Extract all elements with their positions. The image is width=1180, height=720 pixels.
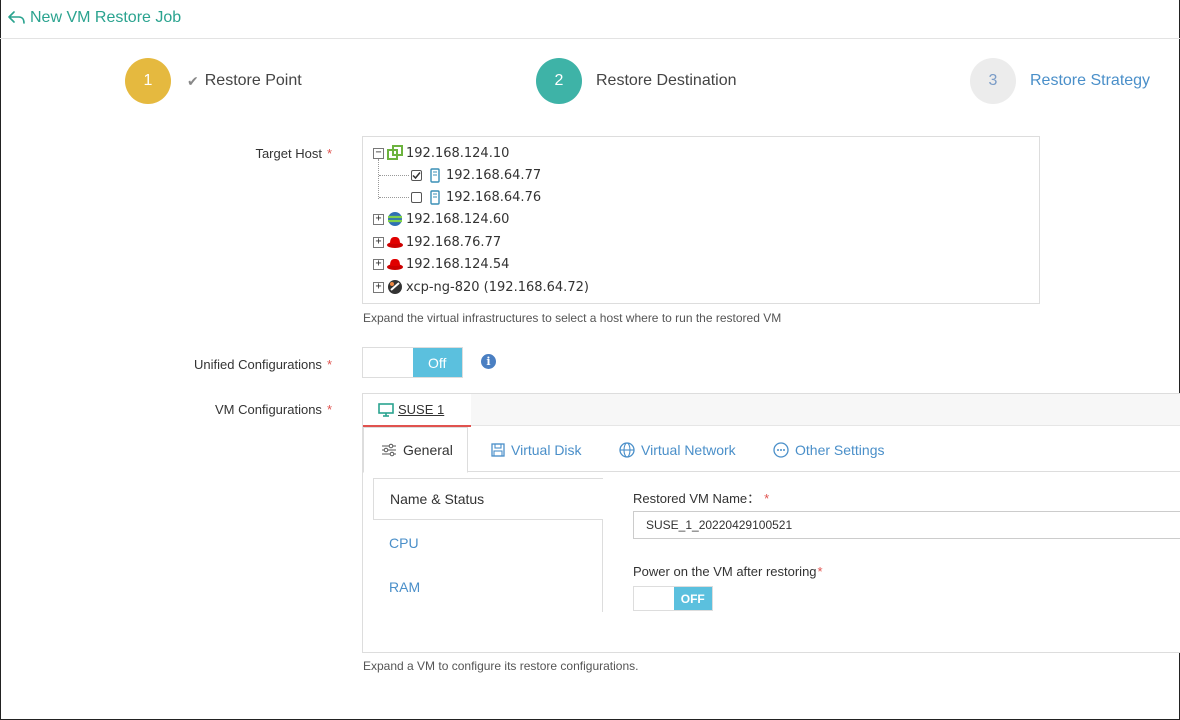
sliders-icon — [381, 443, 397, 457]
target-host-hint: Expand the virtual infrastructures to se… — [363, 311, 782, 325]
target-host-label: Target Host * — [255, 146, 332, 161]
more-dots-icon — [773, 441, 789, 458]
tree-node[interactable]: + 192.168.124.60 — [373, 211, 509, 227]
unified-config-label: Unified Configurations * — [194, 357, 332, 372]
redhat-icon — [387, 256, 403, 272]
tree-node-label: 192.168.64.76 — [446, 189, 542, 205]
collapse-icon[interactable]: − — [373, 147, 384, 159]
vm-tab-suse-1[interactable]: SUSE 1 — [363, 394, 471, 427]
side-item-ram[interactable]: RAM — [373, 566, 603, 608]
tree-node-label: 192.168.124.54 — [406, 256, 510, 272]
tab-label: General — [403, 442, 453, 458]
config-subtabs: General Virtual Disk Virtual Network Oth… — [363, 427, 1180, 473]
toggle-track — [634, 587, 674, 610]
back-link[interactable]: New VM Restore Job — [8, 9, 181, 27]
back-arrow-icon — [8, 11, 26, 25]
step-restore-point: 1 ✔ Restore Point — [125, 58, 302, 104]
step-label: Restore Destination — [596, 72, 737, 89]
step-number: 3 — [970, 58, 1016, 104]
tree-node-label: 192.168.124.10 — [406, 145, 510, 161]
restored-vm-name-input[interactable] — [633, 511, 1180, 539]
tree-node-label: xcp-ng-820 (192.168.64.72) — [406, 279, 589, 295]
tab-general[interactable]: General — [363, 427, 468, 473]
step-number: 1 — [125, 58, 171, 104]
expand-icon[interactable]: + — [373, 281, 384, 293]
tree-connector — [379, 175, 409, 176]
unified-config-toggle[interactable]: Off — [362, 347, 463, 378]
power-on-toggle[interactable]: OFF — [633, 586, 713, 611]
host-checkbox[interactable] — [411, 169, 422, 181]
monitor-icon — [378, 402, 394, 417]
tab-label: Other Settings — [795, 441, 885, 458]
tree-node[interactable]: + 192.168.76.77 — [373, 234, 501, 250]
server-icon — [427, 189, 443, 205]
tree-node[interactable]: + 192.168.124.54 — [373, 256, 509, 272]
config-side-nav: Name & Status CPU RAM — [373, 478, 603, 612]
tree-connector — [379, 197, 409, 198]
host-checkbox[interactable] — [411, 191, 422, 203]
page-title: New VM Restore Job — [30, 9, 182, 26]
vmware-icon — [387, 145, 403, 161]
tab-other-settings[interactable]: Other Settings — [773, 427, 885, 472]
expand-icon[interactable]: + — [373, 213, 384, 225]
expand-icon[interactable]: + — [373, 258, 384, 270]
tree-node-label: 192.168.124.60 — [406, 211, 510, 227]
step-label: Restore Point — [204, 72, 302, 89]
expand-icon[interactable]: + — [373, 236, 384, 248]
step-number: 2 — [536, 58, 582, 104]
tree-node-label: 192.168.76.77 — [406, 234, 502, 250]
power-on-label: Power on the VM after restoring* — [633, 564, 823, 579]
step-restore-destination: 2 Restore Destination — [536, 58, 737, 104]
check-icon: ✔ — [187, 72, 199, 89]
vm-tab-bar — [363, 394, 1180, 426]
tab-virtual-network[interactable]: Virtual Network — [619, 427, 736, 472]
tab-label: Virtual Disk — [511, 441, 582, 458]
info-icon[interactable]: i — [481, 354, 496, 369]
redhat-icon — [387, 234, 403, 250]
hyperv-icon — [387, 211, 403, 227]
floppy-disk-icon — [491, 442, 505, 457]
step-restore-strategy: 3 Restore Strategy — [970, 58, 1150, 104]
tab-label: Virtual Network — [641, 441, 736, 458]
step-label: Restore Strategy — [1030, 72, 1151, 89]
tree-node[interactable]: + xcp-ng-820 (192.168.64.72) — [373, 279, 589, 295]
tree-node[interactable]: 192.168.64.77 — [411, 167, 541, 183]
toggle-state: OFF — [673, 587, 712, 610]
vm-tab-label: SUSE 1 — [398, 402, 445, 417]
vm-config-hint: Expand a VM to configure its restore con… — [363, 659, 639, 673]
tree-node[interactable]: − 192.168.124.10 — [373, 145, 509, 161]
side-item-cpu[interactable]: CPU — [373, 522, 603, 564]
xcpng-icon — [387, 279, 403, 295]
side-item-name-status[interactable]: Name & Status — [373, 478, 603, 520]
globe-icon — [619, 441, 635, 458]
server-icon — [427, 167, 443, 183]
tree-node[interactable]: 192.168.64.76 — [411, 189, 541, 205]
restored-vm-name-label: Restored VM Name： * — [633, 491, 770, 506]
tree-connector — [378, 159, 379, 199]
host-tree: − 192.168.124.10 192.168.64.77 192.168.6… — [362, 136, 1040, 304]
vm-config-panel: SUSE 1 General Virtual Disk Virtual Netw… — [362, 393, 1180, 653]
header-bar: New VM Restore Job — [0, 0, 1180, 39]
vm-config-label: VM Configurations * — [214, 402, 332, 417]
tree-node-label: 192.168.64.77 — [446, 167, 542, 183]
tab-virtual-disk[interactable]: Virtual Disk — [491, 427, 582, 472]
toggle-state: Off — [412, 348, 462, 377]
toggle-track — [363, 348, 413, 377]
